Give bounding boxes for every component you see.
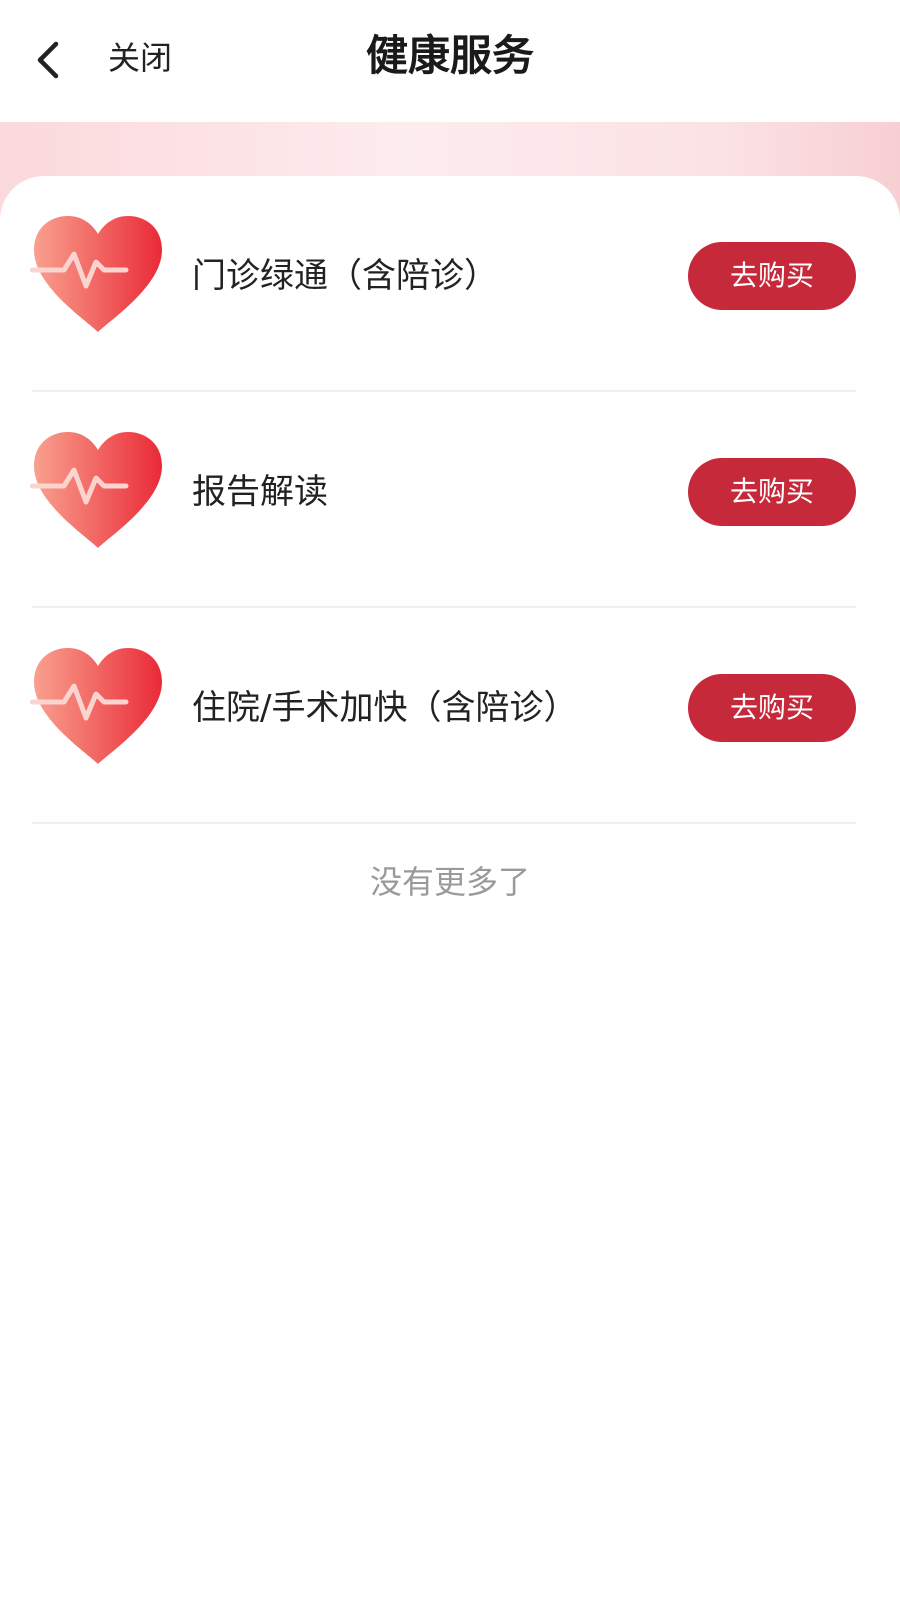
- service-item-outpatient[interactable]: 门诊绿通（含陪诊） 去购买: [0, 176, 900, 392]
- divider: [32, 822, 856, 824]
- service-name: 报告解读: [192, 472, 328, 512]
- close-button[interactable]: 关闭: [108, 36, 172, 80]
- service-item-hospitalization[interactable]: 住院/手术加快（含陪诊） 去购买: [0, 608, 900, 824]
- buy-button[interactable]: 去购买: [688, 242, 856, 310]
- chevron-left-icon: [37, 41, 59, 79]
- heart-pulse-icon: [30, 432, 162, 548]
- buy-button[interactable]: 去购买: [688, 458, 856, 526]
- service-item-report[interactable]: 报告解读 去购买: [0, 392, 900, 608]
- back-button[interactable]: [24, 32, 72, 88]
- heart-pulse-icon: [30, 648, 162, 764]
- buy-button[interactable]: 去购买: [688, 674, 856, 742]
- service-name: 门诊绿通（含陪诊）: [192, 256, 498, 296]
- service-name: 住院/手术加快（含陪诊）: [192, 688, 578, 728]
- page-title: 健康服务: [365, 31, 534, 80]
- navigation-bar: 关闭 健康服务: [0, 0, 900, 122]
- heart-pulse-icon: [30, 216, 162, 332]
- end-of-list-text: 没有更多了: [369, 863, 530, 901]
